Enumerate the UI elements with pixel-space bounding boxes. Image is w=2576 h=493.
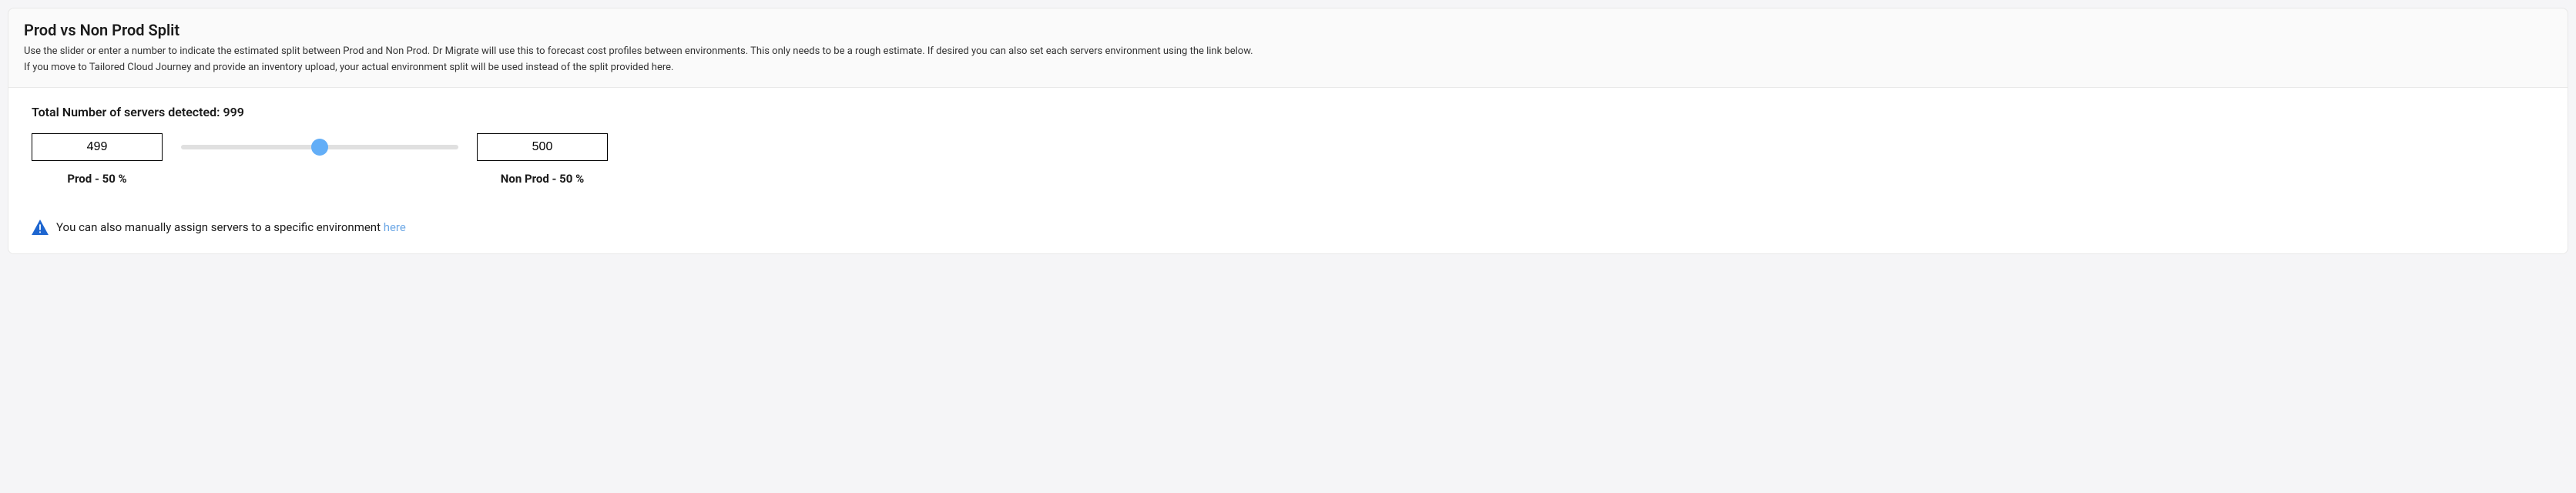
card-header: Prod vs Non Prod Split Use the slider or… (8, 8, 2568, 88)
note-row: You can also manually assign servers to … (32, 220, 2544, 235)
split-slider-wrap (181, 133, 458, 161)
card-desc-line2: If you move to Tailored Cloud Journey an… (24, 62, 673, 73)
nonprod-column: Non Prod - 50 % (477, 133, 608, 186)
prod-input[interactable] (32, 133, 163, 161)
prod-column: Prod - 50 % (32, 133, 163, 186)
note-text: You can also manually assign servers to … (56, 220, 406, 234)
prod-label: Prod - 50 % (67, 172, 126, 186)
split-slider[interactable] (181, 145, 458, 149)
card-desc-line1: Use the slider or enter a number to indi… (24, 45, 1253, 57)
nonprod-label: Non Prod - 50 % (501, 172, 584, 186)
card-title: Prod vs Non Prod Split (24, 21, 2552, 39)
card-body: Total Number of servers detected: 999 Pr… (8, 88, 2568, 253)
total-servers-label: Total Number of servers detected: 999 (32, 105, 2544, 119)
warning-icon (32, 220, 49, 235)
card-description: Use the slider or enter a number to indi… (24, 44, 2552, 76)
assign-servers-link[interactable]: here (384, 220, 406, 234)
slider-thumb[interactable] (311, 139, 328, 156)
nonprod-input[interactable] (477, 133, 608, 161)
prod-nonprod-split-card: Prod vs Non Prod Split Use the slider or… (8, 8, 2568, 254)
split-row: Prod - 50 % Non Prod - 50 % (32, 133, 2544, 186)
note-text-static: You can also manually assign servers to … (56, 220, 384, 234)
